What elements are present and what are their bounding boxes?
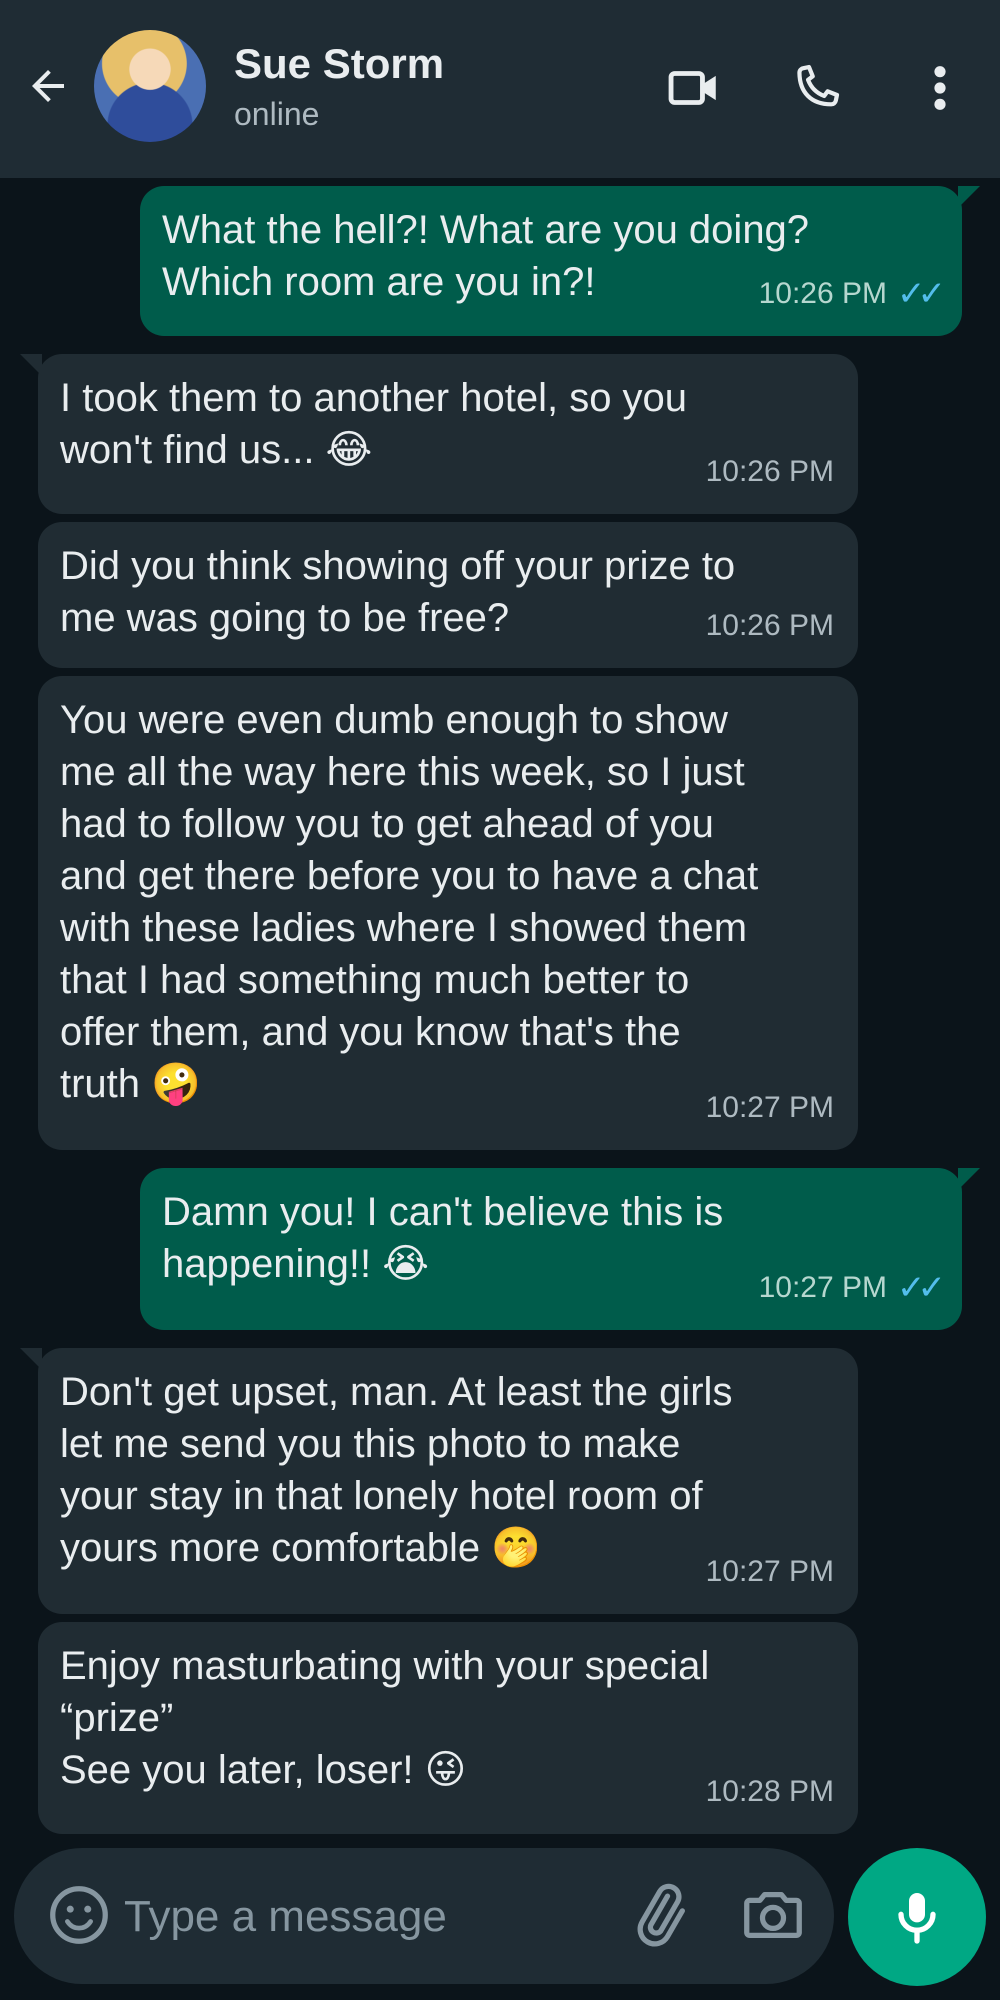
message-bubble-incoming[interactable]: You were even dumb enough to show me all… xyxy=(38,676,858,1150)
message-meta: 10:26 PM xyxy=(706,446,834,498)
arrow-left-icon xyxy=(32,70,64,102)
camera-icon xyxy=(744,1891,802,1939)
message-bubble-incoming[interactable]: Enjoy masturbating with your special “pr… xyxy=(38,1622,858,1834)
more-vertical-icon xyxy=(934,66,946,110)
message-composer: Type a message xyxy=(14,1848,834,1984)
message-time: 10:26 PM xyxy=(758,277,888,310)
message-time: 10:27 PM xyxy=(758,1271,888,1304)
message-input[interactable]: Type a message xyxy=(124,1892,447,1942)
emoji-button[interactable] xyxy=(44,1880,114,1950)
more-options-button[interactable] xyxy=(908,56,972,120)
video-camera-icon xyxy=(668,71,716,105)
voice-call-button[interactable] xyxy=(784,56,848,120)
message-time: 10:26 PM xyxy=(705,455,834,488)
read-receipt-icon: ✓✓ xyxy=(897,275,946,313)
message-meta: 10:27 PM ✓✓ xyxy=(758,1262,946,1314)
message-text: Don't get upset, man. At least the girls… xyxy=(60,1370,733,1570)
message-time: 10:27 PM xyxy=(705,1091,834,1124)
video-call-button[interactable] xyxy=(662,56,726,120)
message-bubble-outgoing[interactable]: Damn you! I can't believe this is happen… xyxy=(140,1168,980,1330)
message-bubble-incoming[interactable]: I took them to another hotel, so you won… xyxy=(20,354,858,514)
message-bubble-outgoing[interactable]: What the hell?! What are you doing? Whic… xyxy=(140,186,980,336)
message-list[interactable]: What the hell?! What are you doing? Whic… xyxy=(0,178,1000,1838)
attach-button[interactable] xyxy=(624,1880,694,1950)
message-meta: 10:27 PM xyxy=(706,1082,834,1134)
chat-header: Sue Storm online xyxy=(0,0,1000,178)
message-time: 10:26 PM xyxy=(705,609,834,642)
message-meta: 10:26 PM ✓✓ xyxy=(758,268,946,320)
avatar[interactable] xyxy=(94,30,206,142)
back-button[interactable] xyxy=(18,56,78,116)
microphone-icon xyxy=(898,1893,936,1944)
message-time: 10:27 PM xyxy=(705,1555,834,1588)
emoji-icon xyxy=(50,1886,108,1944)
message-meta: 10:28 PM xyxy=(706,1766,834,1818)
message-meta: 10:27 PM xyxy=(706,1546,834,1598)
message-bubble-incoming[interactable]: Don't get upset, man. At least the girls… xyxy=(20,1348,858,1614)
message-meta: 10:26 PM xyxy=(706,600,834,652)
message-text: You were even dumb enough to show me all… xyxy=(60,698,759,1106)
contact-name[interactable]: Sue Storm xyxy=(234,40,444,88)
message-bubble-incoming[interactable]: Did you think showing off your prize to … xyxy=(38,522,858,668)
read-receipt-icon: ✓✓ xyxy=(897,1269,946,1307)
contact-status: online xyxy=(234,96,320,132)
camera-button[interactable] xyxy=(738,1880,808,1950)
phone-icon xyxy=(797,64,840,107)
paperclip-icon xyxy=(637,1883,685,1947)
message-time: 10:28 PM xyxy=(705,1775,834,1808)
voice-message-button[interactable] xyxy=(848,1848,986,1986)
